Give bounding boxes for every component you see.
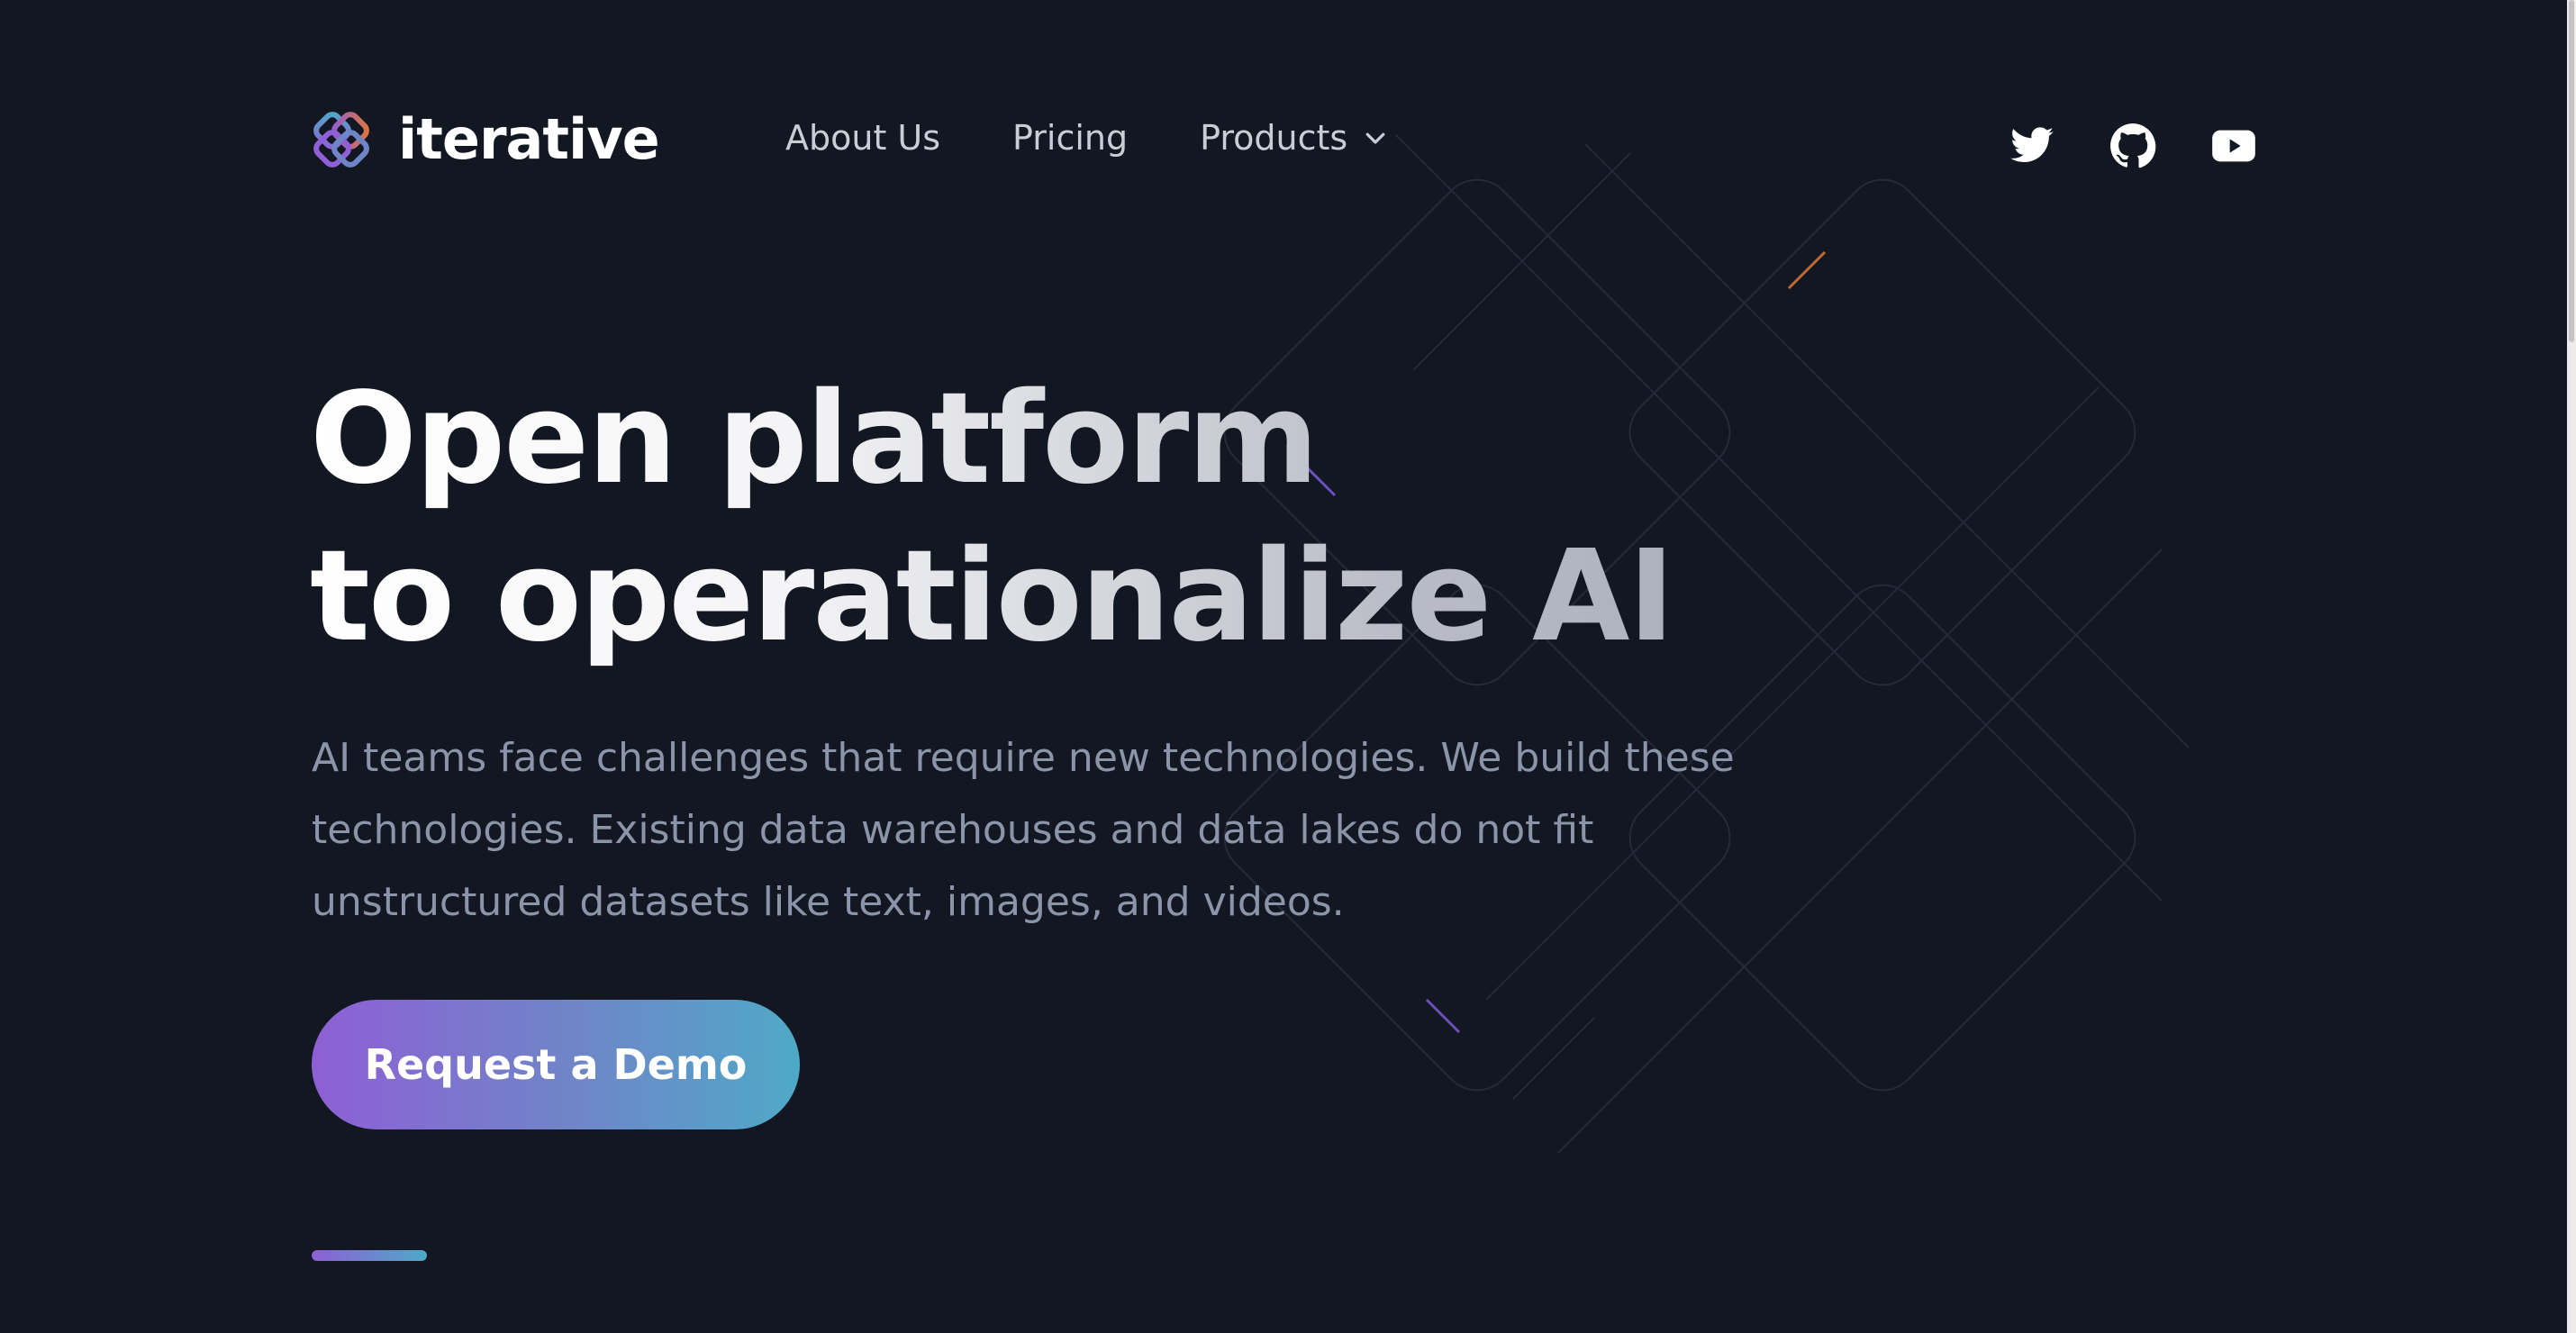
- scrollbar-thumb[interactable]: [2569, 0, 2574, 342]
- github-link[interactable]: [2055, 122, 2156, 169]
- nav-links: About Us Pricing Products: [785, 121, 1461, 155]
- nav-link-about-us[interactable]: About Us: [785, 121, 940, 155]
- youtube-link[interactable]: [2156, 122, 2257, 169]
- nav-link-products[interactable]: Products: [1200, 121, 1389, 155]
- top-navigation: iterative About Us Pricing Products: [312, 101, 2257, 191]
- chevron-down-icon: [1365, 132, 1385, 144]
- page-scrollbar[interactable]: [2567, 0, 2576, 1333]
- hero-title-line-2: to operationalize AI: [310, 523, 1673, 670]
- nav-link-pricing[interactable]: Pricing: [1012, 121, 1128, 155]
- twitter-icon: [2010, 127, 2054, 162]
- youtube-icon: [2212, 130, 2255, 162]
- hero-title: Open platform to operationalize AI: [310, 360, 1673, 676]
- nav-link-products-label: Products: [1200, 118, 1348, 158]
- request-demo-button[interactable]: Request a Demo: [312, 1000, 800, 1129]
- hero-description: AI teams face challenges that require ne…: [312, 735, 1735, 925]
- social-links: [1955, 122, 2257, 169]
- github-icon: [2110, 123, 2156, 168]
- hero-title-line-1: Open platform: [310, 366, 1318, 512]
- iterative-logo-icon: [313, 112, 369, 168]
- brand-name: iterative: [398, 106, 660, 172]
- accent-divider: [312, 1250, 427, 1261]
- twitter-link[interactable]: [1955, 122, 2055, 169]
- brand-logo-link[interactable]: iterative: [312, 106, 660, 172]
